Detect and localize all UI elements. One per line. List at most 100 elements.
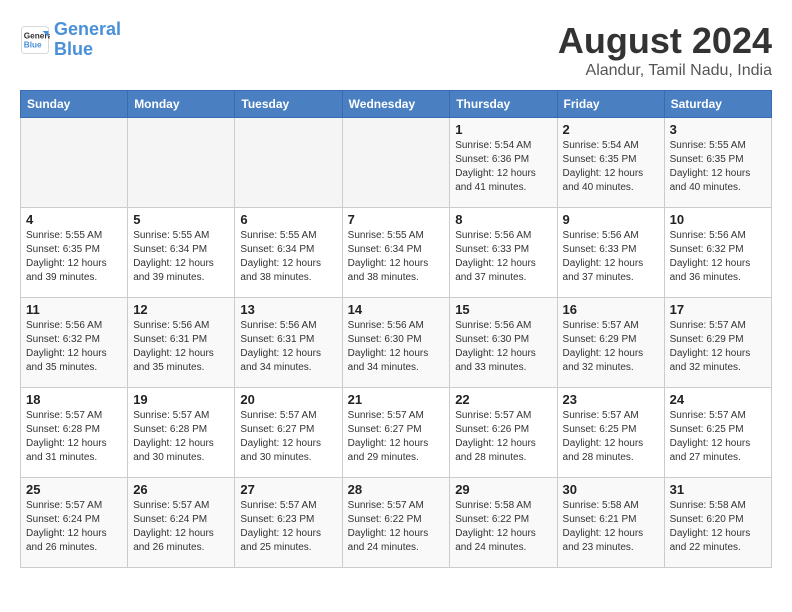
day-info: Sunrise: 5:56 AM Sunset: 6:33 PM Dayligh…	[563, 229, 659, 285]
day-info: Sunrise: 5:57 AM Sunset: 6:26 PM Dayligh…	[455, 409, 551, 465]
svg-text:Blue: Blue	[24, 40, 42, 49]
day-number: 20	[240, 392, 336, 407]
calendar-cell	[342, 118, 450, 208]
day-info: Sunrise: 5:57 AM Sunset: 6:29 PM Dayligh…	[670, 319, 766, 375]
calendar-cell: 23 Sunrise: 5:57 AM Sunset: 6:25 PM Dayli…	[557, 388, 664, 478]
calendar-cell: 14 Sunrise: 5:56 AM Sunset: 6:30 PM Dayli…	[342, 298, 450, 388]
day-info: Sunrise: 5:55 AM Sunset: 6:35 PM Dayligh…	[26, 229, 122, 285]
day-info: Sunrise: 5:54 AM Sunset: 6:36 PM Dayligh…	[455, 139, 551, 195]
day-number: 28	[348, 482, 445, 497]
logo-general: General	[54, 19, 121, 39]
day-info: Sunrise: 5:57 AM Sunset: 6:28 PM Dayligh…	[133, 409, 229, 465]
day-info: Sunrise: 5:56 AM Sunset: 6:30 PM Dayligh…	[348, 319, 445, 375]
day-info: Sunrise: 5:57 AM Sunset: 6:27 PM Dayligh…	[240, 409, 336, 465]
calendar-cell: 10Sunrise: 5:56 AM Sunset: 6:32 PM Dayli…	[664, 208, 771, 298]
day-number: 1	[455, 122, 551, 137]
calendar-cell	[21, 118, 128, 208]
calendar-cell: 15 Sunrise: 5:56 AM Sunset: 6:30 PM Dayli…	[450, 298, 557, 388]
page-header: General Blue General Blue August 2024 Al…	[20, 20, 772, 80]
day-number: 7	[348, 212, 445, 227]
weekday-header-friday: Friday	[557, 91, 664, 118]
calendar-cell: 13Sunrise: 5:56 AM Sunset: 6:31 PM Dayli…	[235, 298, 342, 388]
calendar-cell: 25 Sunrise: 5:57 AM Sunset: 6:24 PM Dayli…	[21, 478, 128, 568]
day-number: 17	[670, 302, 766, 317]
calendar-cell: 8 Sunrise: 5:56 AM Sunset: 6:33 PM Daylig…	[450, 208, 557, 298]
calendar-cell: 27Sunrise: 5:57 AM Sunset: 6:23 PM Dayli…	[235, 478, 342, 568]
day-info: Sunrise: 5:56 AM Sunset: 6:32 PM Dayligh…	[26, 319, 122, 375]
weekday-header-monday: Monday	[128, 91, 235, 118]
day-number: 21	[348, 392, 445, 407]
calendar-cell: 17 Sunrise: 5:57 AM Sunset: 6:29 PM Dayli…	[664, 298, 771, 388]
day-info: Sunrise: 5:58 AM Sunset: 6:21 PM Dayligh…	[563, 499, 659, 555]
day-number: 22	[455, 392, 551, 407]
day-info: Sunrise: 5:56 AM Sunset: 6:31 PM Dayligh…	[240, 319, 336, 375]
day-info: Sunrise: 5:57 AM Sunset: 6:24 PM Dayligh…	[133, 499, 229, 555]
calendar-cell: 19Sunrise: 5:57 AM Sunset: 6:28 PM Dayli…	[128, 388, 235, 478]
title-block: August 2024 Alandur, Tamil Nadu, India	[558, 20, 772, 80]
calendar-header-row: SundayMondayTuesdayWednesdayThursdayFrid…	[21, 91, 772, 118]
day-number: 2	[563, 122, 659, 137]
day-info: Sunrise: 5:56 AM Sunset: 6:33 PM Dayligh…	[455, 229, 551, 285]
calendar-table: SundayMondayTuesdayWednesdayThursdayFrid…	[20, 90, 772, 568]
day-info: Sunrise: 5:54 AM Sunset: 6:35 PM Dayligh…	[563, 139, 659, 195]
day-number: 23	[563, 392, 659, 407]
calendar-cell: 24 Sunrise: 5:57 AM Sunset: 6:25 PM Dayli…	[664, 388, 771, 478]
day-number: 25	[26, 482, 122, 497]
day-info: Sunrise: 5:57 AM Sunset: 6:22 PM Dayligh…	[348, 499, 445, 555]
weekday-header-sunday: Sunday	[21, 91, 128, 118]
calendar-cell: 30 Sunrise: 5:58 AM Sunset: 6:21 PM Dayli…	[557, 478, 664, 568]
day-number: 14	[348, 302, 445, 317]
logo-icon: General Blue	[20, 25, 50, 55]
day-number: 16	[563, 302, 659, 317]
day-number: 31	[670, 482, 766, 497]
calendar-week-5: 25 Sunrise: 5:57 AM Sunset: 6:24 PM Dayli…	[21, 478, 772, 568]
day-number: 15	[455, 302, 551, 317]
day-number: 11	[26, 302, 122, 317]
day-info: Sunrise: 5:57 AM Sunset: 6:27 PM Dayligh…	[348, 409, 445, 465]
day-number: 24	[670, 392, 766, 407]
day-number: 10	[670, 212, 766, 227]
day-number: 9	[563, 212, 659, 227]
calendar-cell: 29Sunrise: 5:58 AM Sunset: 6:22 PM Dayli…	[450, 478, 557, 568]
day-number: 5	[133, 212, 229, 227]
calendar-cell: 1 Sunrise: 5:54 AM Sunset: 6:36 PM Daylig…	[450, 118, 557, 208]
calendar-week-1: 1 Sunrise: 5:54 AM Sunset: 6:36 PM Daylig…	[21, 118, 772, 208]
calendar-cell: 31 Sunrise: 5:58 AM Sunset: 6:20 PM Dayli…	[664, 478, 771, 568]
day-number: 6	[240, 212, 336, 227]
day-info: Sunrise: 5:58 AM Sunset: 6:22 PM Dayligh…	[455, 499, 551, 555]
day-info: Sunrise: 5:57 AM Sunset: 6:25 PM Dayligh…	[670, 409, 766, 465]
calendar-cell: 28 Sunrise: 5:57 AM Sunset: 6:22 PM Dayli…	[342, 478, 450, 568]
day-info: Sunrise: 5:55 AM Sunset: 6:34 PM Dayligh…	[348, 229, 445, 285]
calendar-cell: 4 Sunrise: 5:55 AM Sunset: 6:35 PM Daylig…	[21, 208, 128, 298]
logo-blue: Blue	[54, 39, 93, 59]
calendar-week-3: 11 Sunrise: 5:56 AM Sunset: 6:32 PM Dayli…	[21, 298, 772, 388]
calendar-cell: 22 Sunrise: 5:57 AM Sunset: 6:26 PM Dayli…	[450, 388, 557, 478]
day-info: Sunrise: 5:58 AM Sunset: 6:20 PM Dayligh…	[670, 499, 766, 555]
calendar-cell: 6 Sunrise: 5:55 AM Sunset: 6:34 PM Daylig…	[235, 208, 342, 298]
calendar-cell: 18Sunrise: 5:57 AM Sunset: 6:28 PM Dayli…	[21, 388, 128, 478]
day-info: Sunrise: 5:55 AM Sunset: 6:34 PM Dayligh…	[240, 229, 336, 285]
day-info: Sunrise: 5:56 AM Sunset: 6:30 PM Dayligh…	[455, 319, 551, 375]
day-number: 18	[26, 392, 122, 407]
logo-text: General Blue	[54, 20, 121, 60]
calendar-cell: 21 Sunrise: 5:57 AM Sunset: 6:27 PM Dayli…	[342, 388, 450, 478]
day-info: Sunrise: 5:57 AM Sunset: 6:24 PM Dayligh…	[26, 499, 122, 555]
calendar-cell: 5Sunrise: 5:55 AM Sunset: 6:34 PM Daylig…	[128, 208, 235, 298]
calendar-cell	[128, 118, 235, 208]
day-number: 30	[563, 482, 659, 497]
day-number: 8	[455, 212, 551, 227]
calendar-week-4: 18 Sunrise: 5:57 AM Sunset: 6:28 PM Dayli…	[21, 388, 772, 478]
weekday-header-wednesday: Wednesday	[342, 91, 450, 118]
calendar-cell: 9 Sunrise: 5:56 AM Sunset: 6:33 PM Daylig…	[557, 208, 664, 298]
calendar-cell: 16 Sunrise: 5:57 AM Sunset: 6:29 PM Dayli…	[557, 298, 664, 388]
weekday-header-tuesday: Tuesday	[235, 91, 342, 118]
calendar-cell: 7 Sunrise: 5:55 AM Sunset: 6:34 PM Daylig…	[342, 208, 450, 298]
calendar-cell: 26Sunrise: 5:57 AM Sunset: 6:24 PM Dayli…	[128, 478, 235, 568]
calendar-cell: 3Sunrise: 5:55 AM Sunset: 6:35 PM Daylig…	[664, 118, 771, 208]
weekday-header-thursday: Thursday	[450, 91, 557, 118]
day-info: Sunrise: 5:57 AM Sunset: 6:25 PM Dayligh…	[563, 409, 659, 465]
day-info: Sunrise: 5:57 AM Sunset: 6:29 PM Dayligh…	[563, 319, 659, 375]
day-number: 4	[26, 212, 122, 227]
weekday-header-saturday: Saturday	[664, 91, 771, 118]
day-number: 12	[133, 302, 229, 317]
